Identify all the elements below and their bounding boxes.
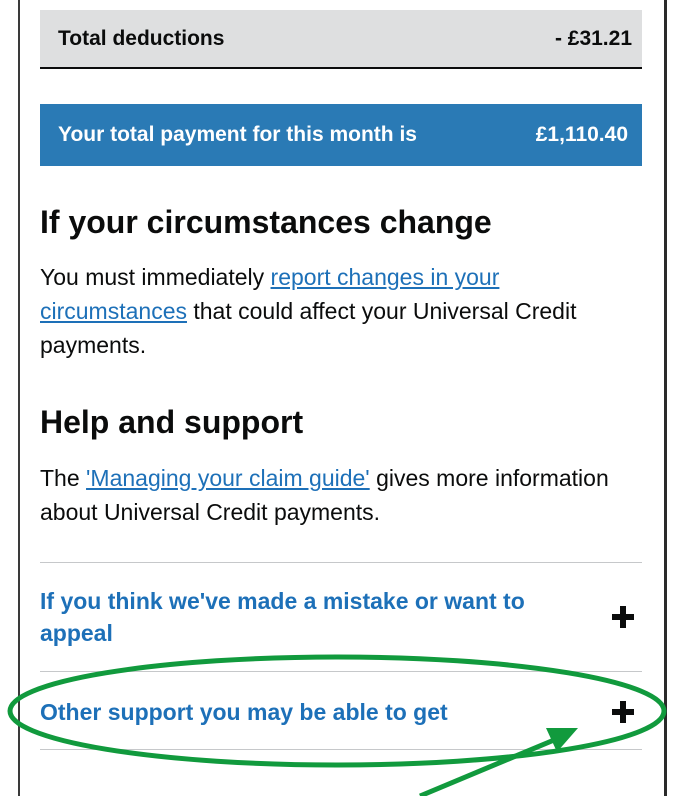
help-support-heading: Help and support [40, 404, 304, 440]
circumstances-heading: If your circumstances change [40, 204, 492, 240]
circumstances-text-before: You must immediately [40, 264, 271, 290]
accordion-divider [40, 749, 642, 750]
total-payment-label: Your total payment for this month is [58, 123, 417, 146]
managing-claim-guide-link[interactable]: 'Managing your claim guide' [86, 465, 370, 491]
plus-icon [612, 701, 634, 723]
page-frame-left [18, 0, 20, 796]
total-deductions-value: - £31.21 [554, 26, 632, 50]
total-payment-banner: Your total payment for this month is £1,… [40, 104, 642, 166]
accordion-mistake-appeal-title: If you think we've made a mistake or wan… [40, 588, 525, 646]
total-deductions-row: Total deductions - £31.21 [40, 10, 642, 69]
circumstances-text: You must immediately report changes in y… [40, 260, 630, 362]
highlight-arrow-shaft [419, 732, 567, 796]
page-frame-right [664, 0, 667, 796]
accordion-other-support[interactable]: Other support you may be able to get [40, 694, 642, 730]
accordion-other-support-title: Other support you may be able to get [40, 699, 448, 725]
help-support-text: The 'Managing your claim guide' gives mo… [40, 461, 630, 529]
plus-icon [612, 606, 634, 628]
accordion-divider [40, 562, 642, 563]
accordion-mistake-appeal[interactable]: If you think we've made a mistake or wan… [40, 582, 642, 652]
accordion-divider [40, 671, 642, 672]
total-deductions-label: Total deductions [58, 26, 225, 50]
total-payment-value: £1,110.40 [535, 123, 628, 146]
help-text-before: The [40, 465, 87, 491]
